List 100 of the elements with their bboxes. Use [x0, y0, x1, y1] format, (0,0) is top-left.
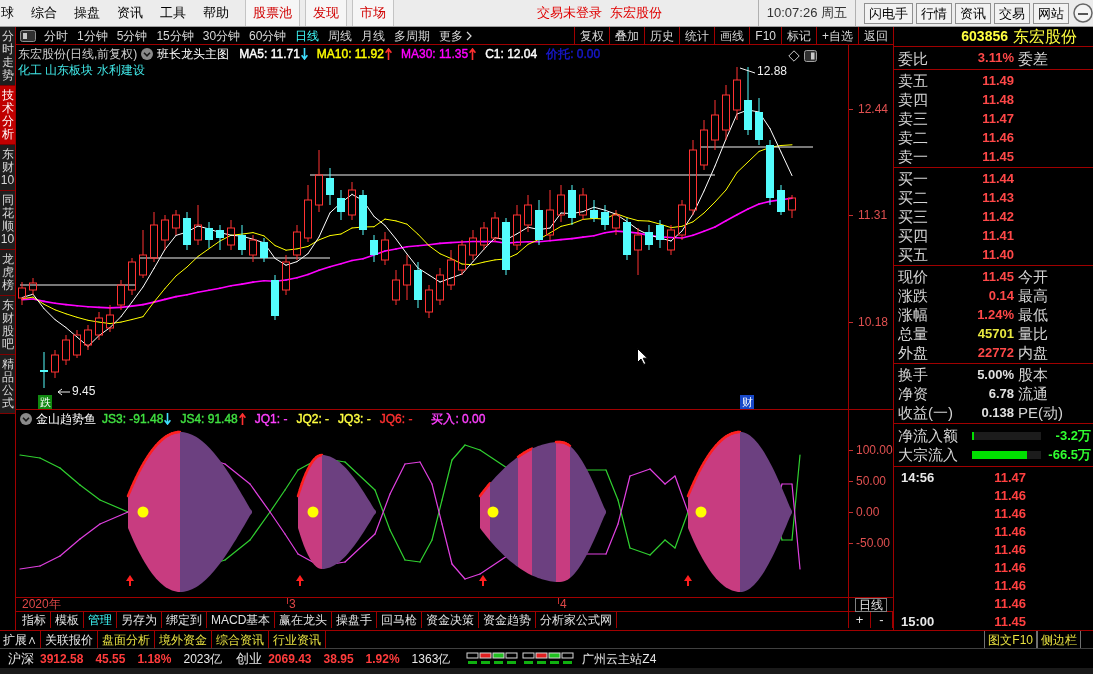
dropdown-icon[interactable]	[20, 413, 32, 425]
formula-tab[interactable]: 指标	[18, 612, 51, 628]
formula-tab[interactable]: 分析家公式网	[536, 612, 618, 628]
toolbar-button[interactable]: F10	[749, 27, 781, 44]
sidebar-tab[interactable]: 分时走势	[0, 27, 15, 86]
formula-tab[interactable]: 绑定到	[162, 612, 207, 628]
fundamental-value: 6.78	[987, 384, 1014, 403]
formula-tab[interactable]: 操盘手	[332, 612, 378, 628]
period-tab[interactable]: 30分钟	[202, 26, 241, 45]
quote-label: 现价	[897, 268, 929, 285]
period-tab[interactable]: 15分钟	[156, 26, 194, 45]
leader-line	[739, 67, 756, 74]
tick-price: 11.46	[993, 487, 1026, 506]
formula-tab[interactable]: 管理	[84, 612, 117, 628]
menu-button[interactable]: 网站	[1033, 2, 1069, 24]
indicator-value: 买入: 0.00	[431, 411, 486, 428]
menu-button[interactable]: 行情	[916, 2, 952, 24]
signal-dot-icon	[137, 506, 149, 518]
toolbar-button[interactable]: 统计	[679, 27, 715, 44]
up-arrow-icon	[126, 575, 134, 587]
menu-item[interactable]: 综合	[22, 3, 65, 23]
toolbar-button[interactable]: 标记	[781, 27, 816, 44]
menu-tab[interactable]: 市场	[352, 0, 394, 26]
up-arrow-icon	[479, 575, 487, 587]
formula-tab[interactable]: 模板	[51, 612, 84, 628]
server-name: 广州云主站Z4	[582, 650, 657, 668]
formula-tab[interactable]: 另存为	[117, 612, 162, 628]
fundamental-label: 股本	[1018, 366, 1048, 383]
toolbar-button[interactable]: +自选	[816, 27, 858, 44]
formula-tab[interactable]: 赢在龙头	[275, 612, 333, 628]
more-menu[interactable]: 更多	[439, 26, 473, 45]
menu-item[interactable]: 帮助	[194, 3, 237, 23]
toolbar-button[interactable]: 叠加	[609, 27, 645, 44]
sidebar-tab[interactable]: 东财10	[0, 145, 15, 191]
ask-label: 卖五	[897, 72, 929, 89]
period-tab[interactable]: 多周期	[394, 26, 431, 45]
toolbar-button[interactable]: 复权	[574, 27, 610, 44]
tick-time: 14:56	[900, 469, 936, 488]
menu-item[interactable]: 工具	[151, 3, 194, 23]
bid-value: 11.42	[981, 207, 1014, 226]
flow-value: -66.5万	[1047, 445, 1092, 464]
zoom-button[interactable]: +	[849, 612, 871, 628]
indicator-value: JQ1: -	[254, 411, 288, 428]
zoom-button[interactable]: -	[871, 612, 893, 628]
index-name: 沪深	[8, 649, 34, 668]
formula-tab[interactable]: 资金决策	[422, 612, 480, 628]
index-amount: 1363亿	[411, 650, 451, 668]
ask-value: 11.46	[981, 128, 1014, 147]
quote-value: 0.14	[987, 286, 1014, 305]
chart-title: 东宏股份(日线,前复权)	[18, 46, 138, 63]
quote-label: 今开	[1018, 268, 1048, 285]
sidebar-tab[interactable]: 精品公式	[0, 355, 15, 414]
period-tab[interactable]: 月线	[361, 26, 386, 45]
menu-tab[interactable]: 股票池	[245, 0, 300, 26]
period-tab[interactable]: 分时	[44, 26, 68, 45]
period-tab[interactable]: 日线	[295, 26, 320, 45]
toolbar-button[interactable]: 画线	[714, 27, 750, 44]
minimize-icon[interactable]	[1073, 3, 1093, 23]
menu-button[interactable]: 资讯	[955, 2, 991, 24]
sidebar-tab[interactable]: 龙虎榜	[0, 250, 15, 296]
sidebar-tab[interactable]: 同花顺10	[0, 191, 15, 250]
menu-button[interactable]: 闪电手	[864, 2, 913, 24]
formula-tab[interactable]: MACD基本	[207, 612, 276, 628]
formula-tab[interactable]: 资金趋势	[479, 612, 537, 628]
toolbar-button[interactable]: 返回	[858, 27, 893, 44]
quote-label: 最高	[1018, 287, 1048, 304]
indicator-value: JQ2: -	[296, 411, 330, 428]
menu-button[interactable]: 交易	[994, 2, 1030, 24]
period-tab[interactable]: 周线	[328, 26, 353, 45]
period-tab[interactable]: 60分钟	[249, 26, 287, 45]
menu-tab[interactable]: 发现	[305, 0, 347, 26]
period-tab[interactable]: 1分钟	[77, 26, 108, 45]
panel-toggle-icon[interactable]	[20, 29, 36, 42]
event-marker: 财	[740, 395, 754, 409]
dropdown-icon[interactable]	[141, 48, 154, 60]
sector-tags: 化工 山东板块 水利建设	[18, 61, 145, 79]
quote-value: 1.24%	[976, 305, 1014, 324]
bid-label: 买四	[897, 227, 929, 244]
indicator-value: JS3: -91.48	[102, 411, 164, 428]
diamond-icon[interactable]	[788, 50, 800, 62]
quote-label: 涨幅	[897, 306, 929, 323]
period-tab[interactable]: 5分钟	[116, 26, 148, 45]
fundamental-label: PE(动)	[1018, 404, 1063, 421]
login-status: 交易未登录	[537, 4, 602, 23]
sidebar-tab[interactable]: 技术分析	[0, 86, 15, 145]
tick-price: 11.46	[993, 595, 1026, 614]
bid-label: 买二	[897, 189, 929, 206]
ask-label: 卖三	[897, 110, 929, 127]
ask-label: 卖四	[897, 91, 929, 108]
tick-price: 11.46	[993, 577, 1026, 596]
sidebar-tab[interactable]: 东财股吧	[0, 296, 15, 355]
template-name[interactable]: 班长龙头主图	[157, 45, 230, 63]
indicator-value: MA5: 11.71	[239, 46, 300, 63]
toolbar-button[interactable]: 历史	[644, 27, 680, 44]
signal-dot-icon	[487, 506, 499, 518]
panel-toggle-icon[interactable]	[804, 50, 817, 62]
menu-item[interactable]: 操盘	[65, 3, 108, 23]
menu-item[interactable]: 资讯	[108, 3, 151, 23]
menu-item[interactable]: 球	[0, 3, 22, 23]
formula-tab[interactable]: 回马枪	[377, 612, 423, 628]
